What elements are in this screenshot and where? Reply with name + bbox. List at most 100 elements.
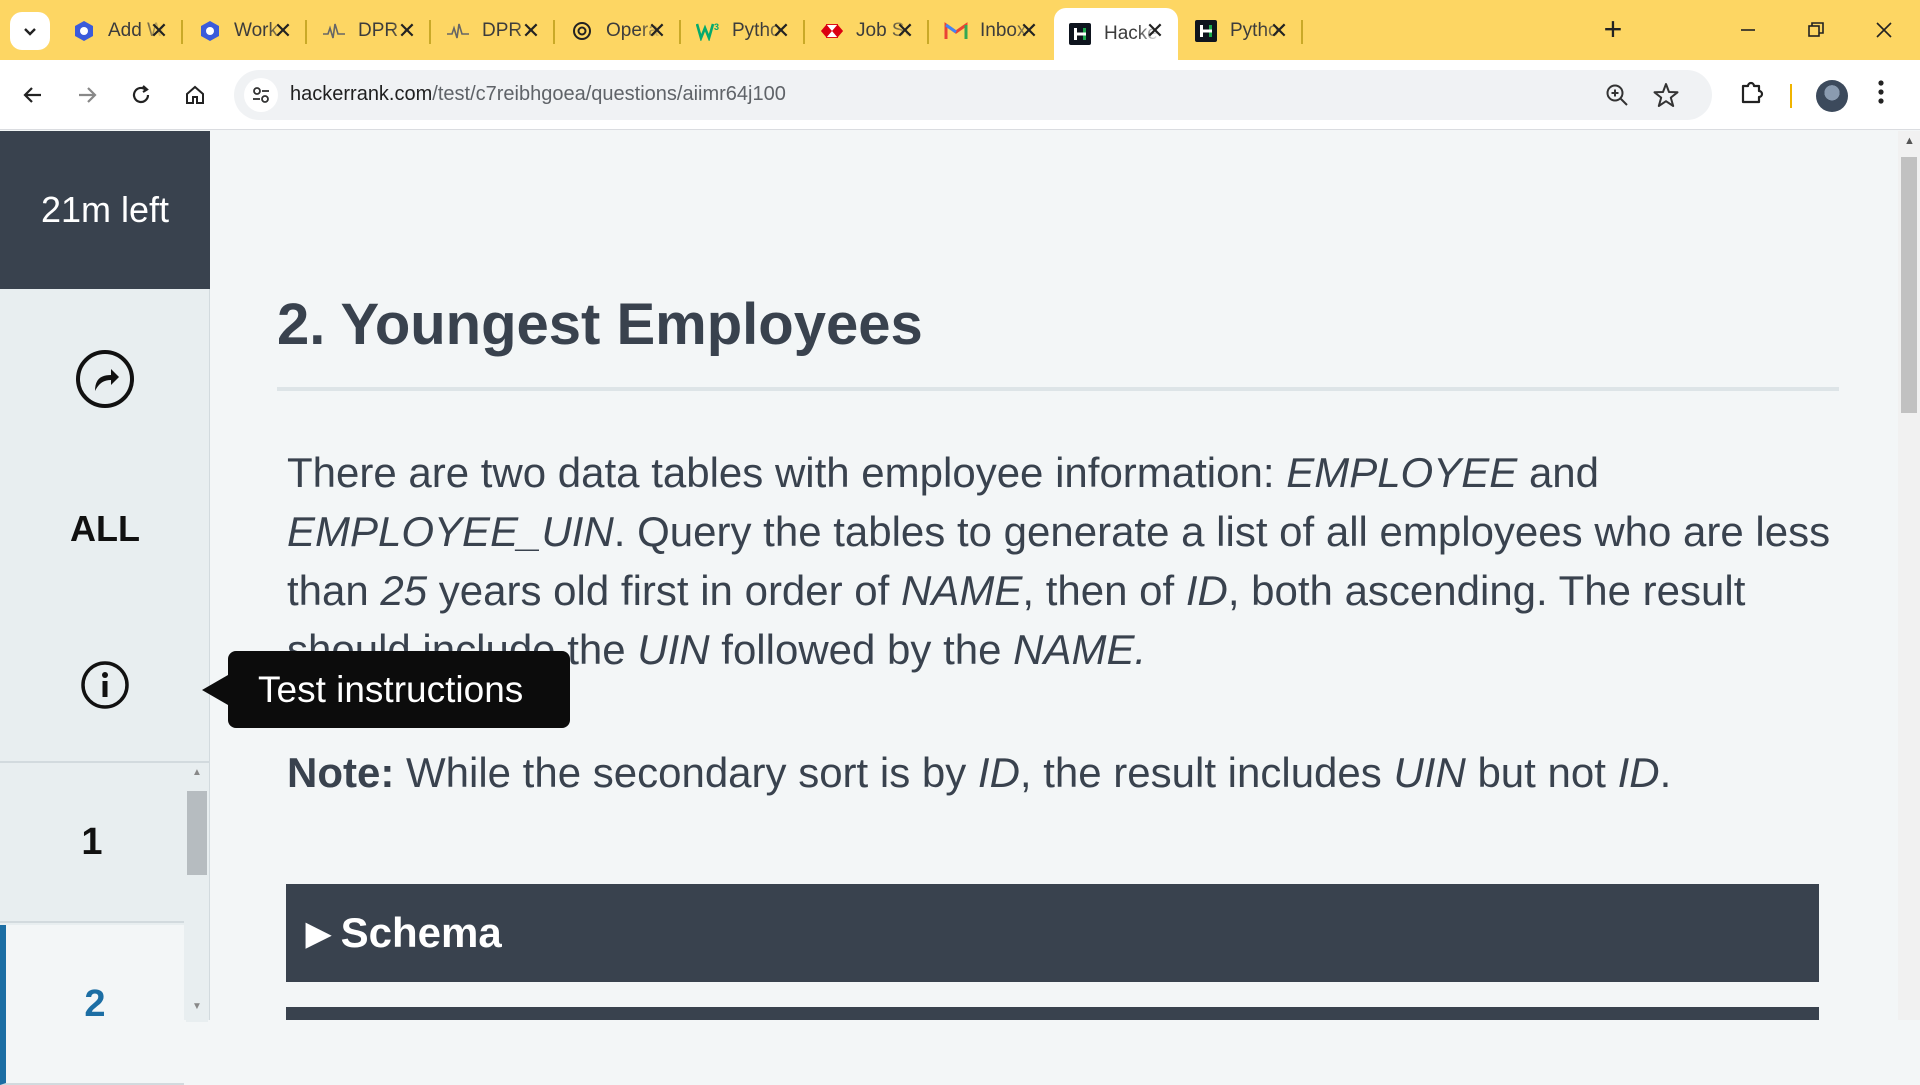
next-section-toggle[interactable] <box>286 1007 1819 1020</box>
pulse-icon <box>322 19 346 43</box>
test-instructions-button[interactable] <box>0 625 210 745</box>
back-button[interactable] <box>12 74 54 116</box>
text-run: followed by the <box>709 626 1014 673</box>
profile-avatar[interactable] <box>1816 80 1848 112</box>
new-tab-button[interactable]: + <box>1598 13 1628 45</box>
schema-toggle[interactable]: ▶ Schema <box>286 884 1819 982</box>
browser-tab[interactable]: Pytho ✕ <box>1180 8 1303 54</box>
close-tab-button[interactable]: ✕ <box>146 18 172 44</box>
tab-separator <box>305 20 307 44</box>
text-run: but not <box>1465 749 1618 796</box>
emphasis-text: NAME. <box>1013 626 1147 673</box>
hackerrank-icon <box>1068 22 1092 46</box>
close-tab-button[interactable]: ✕ <box>892 18 918 44</box>
reload-button[interactable] <box>120 74 162 116</box>
reload-icon <box>132 85 150 104</box>
zoom-button[interactable] <box>1604 82 1630 113</box>
gear-hex-icon <box>72 19 96 43</box>
close-tab-button[interactable]: ✕ <box>1142 18 1168 44</box>
browser-tab[interactable]: Opera ✕ <box>556 8 681 54</box>
page-scrollbar[interactable]: ▲ <box>1898 131 1920 1020</box>
question-list: 1 2 ▲ ▼ <box>0 761 210 1085</box>
caret-right-icon: ▶ <box>306 915 331 951</box>
home-icon <box>186 85 204 104</box>
scrollbar-thumb[interactable] <box>187 791 207 875</box>
close-tab-button[interactable]: ✕ <box>644 18 670 44</box>
svg-text:3: 3 <box>714 22 719 32</box>
minimize-button[interactable] <box>1728 12 1768 48</box>
redirect-arrow-icon <box>76 350 134 408</box>
question-list-scrollbar[interactable]: ▲ ▼ <box>186 763 208 1022</box>
close-tab-button[interactable]: ✕ <box>1266 18 1292 44</box>
gear-hex-icon <box>198 19 222 43</box>
emphasis-text: ID <box>1185 567 1228 614</box>
browser-tab[interactable]: DPR - ✕ <box>308 8 431 54</box>
info-icon <box>81 661 129 709</box>
toolbar-divider <box>1790 84 1792 108</box>
arrow-left-icon <box>23 87 41 103</box>
text-run: and <box>1517 449 1600 496</box>
tab-separator <box>553 20 555 44</box>
emphasis-text: ID <box>977 749 1020 796</box>
scroll-up-icon: ▲ <box>192 767 202 778</box>
note-label: Note: <box>287 749 395 796</box>
tune-icon <box>253 87 269 103</box>
question-panel: 2. Youngest Employees There are two data… <box>211 131 1898 1020</box>
emphasis-text: UIN <box>1393 749 1466 796</box>
open-in-new-button[interactable] <box>0 319 210 439</box>
home-button[interactable] <box>174 74 216 116</box>
emphasis-text: 25 <box>380 567 428 614</box>
pulse-icon <box>446 19 470 43</box>
question-title: 2. Youngest Employees <box>277 292 923 357</box>
tab-separator <box>429 20 431 44</box>
schema-label: Schema <box>340 909 502 956</box>
address-bar[interactable]: hackerrank.com/test/c7reibhgoea/question… <box>234 70 1712 120</box>
close-tab-button[interactable]: ✕ <box>518 18 544 44</box>
browser-tab[interactable]: Hacke ✕ <box>1054 8 1178 60</box>
scrollbar-thumb[interactable] <box>1901 157 1917 413</box>
browser-tab[interactable]: Add W ✕ <box>58 8 183 54</box>
browser-tab[interactable]: DPR - ✕ <box>432 8 555 54</box>
test-sidebar: 21m left ALL 1 2 ▲ ▼ <box>0 131 210 1085</box>
time-remaining: 21m left <box>0 131 210 289</box>
all-questions-button[interactable]: ALL <box>0 469 210 589</box>
close-tab-button[interactable]: ✕ <box>1016 18 1042 44</box>
title-divider <box>277 387 1839 391</box>
forward-button[interactable] <box>66 74 108 116</box>
text-run: , then of <box>1022 567 1186 614</box>
browser-tab[interactable]: 3 Pytho ✕ <box>682 8 805 54</box>
close-tab-button[interactable]: ✕ <box>394 18 420 44</box>
scroll-down-icon: ▼ <box>192 1001 202 1012</box>
text-run: , the result includes <box>1019 749 1394 796</box>
close-icon <box>1876 22 1892 38</box>
emphasis-text: UIN <box>637 626 710 673</box>
url-text: hackerrank.com/test/c7reibhgoea/question… <box>290 83 786 105</box>
openai-icon <box>570 19 594 43</box>
browser-tab[interactable]: Job Sc ✕ <box>806 8 929 54</box>
text-run: . <box>1659 749 1672 796</box>
tab-separator <box>1301 20 1303 44</box>
browser-menu-button[interactable] <box>1876 78 1886 106</box>
question-description: There are two data tables with employee … <box>287 443 1847 679</box>
bookmark-button[interactable] <box>1652 81 1680 114</box>
gmail-icon <box>944 19 968 43</box>
close-tab-button[interactable]: ✕ <box>768 18 794 44</box>
question-note: Note: While the secondary sort is by ID,… <box>287 749 1671 797</box>
tab-separator <box>803 20 805 44</box>
extensions-button[interactable] <box>1738 78 1766 106</box>
minimize-icon <box>1741 29 1755 31</box>
browser-tab[interactable]: Work ✕ <box>184 8 307 54</box>
restore-button[interactable] <box>1796 12 1836 48</box>
emphasis-text: EMPLOYEE_UIN <box>287 508 614 555</box>
site-info-button[interactable] <box>244 78 278 112</box>
tab-separator <box>181 20 183 44</box>
question-item-2[interactable]: 2 <box>0 925 184 1085</box>
emphasis-text: EMPLOYEE <box>1286 449 1518 496</box>
close-window-button[interactable] <box>1864 12 1904 48</box>
close-tab-button[interactable]: ✕ <box>270 18 296 44</box>
question-item-1[interactable]: 1 <box>0 763 184 923</box>
hackerrank-icon <box>1194 19 1218 43</box>
browser-toolbar: hackerrank.com/test/c7reibhgoea/question… <box>0 60 1920 130</box>
tab-search-button[interactable] <box>10 12 50 50</box>
browser-tab[interactable]: Inbox ✕ <box>930 8 1052 54</box>
